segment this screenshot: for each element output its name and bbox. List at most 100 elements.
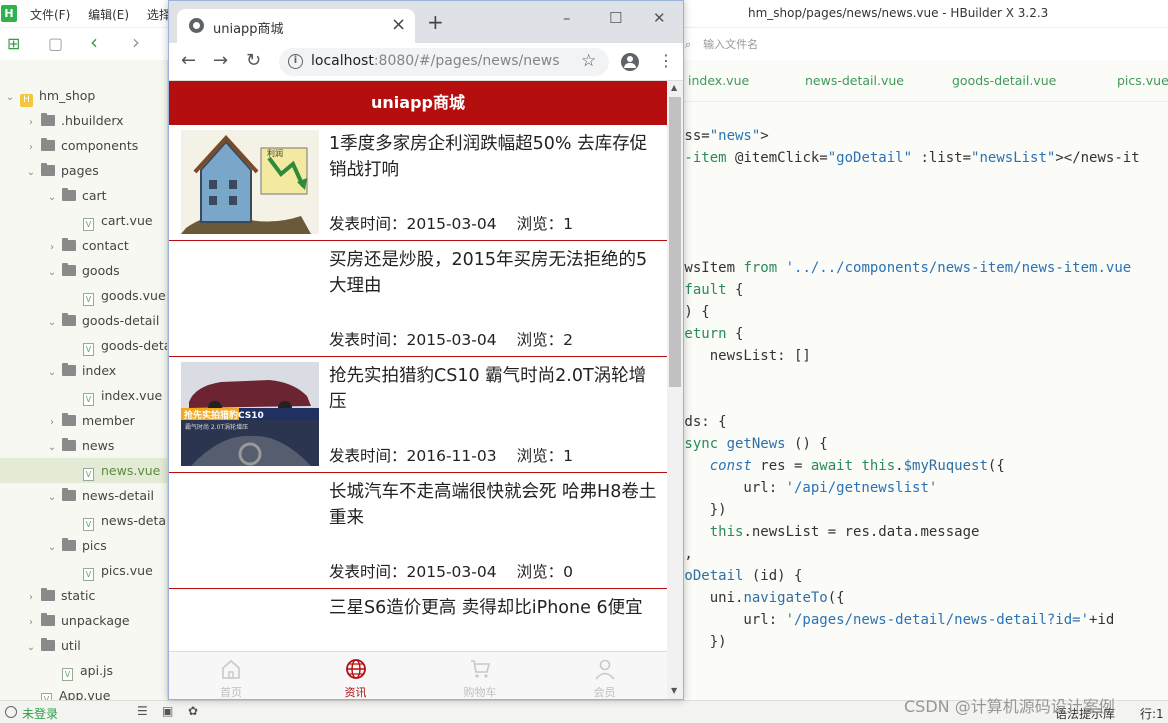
- minimize-icon[interactable]: –: [563, 9, 571, 27]
- tree-file[interactable]: Vnews-detail: [0, 508, 167, 533]
- tree-file[interactable]: Vgoods.vue: [0, 283, 167, 308]
- chevron-down-icon[interactable]: ⌄: [25, 160, 37, 185]
- chevron-right-icon[interactable]: ›: [25, 585, 37, 610]
- forward-icon[interactable]: ›: [132, 30, 140, 54]
- editor-tab-index[interactable]: index.vue: [688, 73, 749, 88]
- chevron-down-icon[interactable]: ⌄: [46, 185, 58, 210]
- user-icon[interactable]: [5, 706, 17, 718]
- tree-item-label: index.vue: [101, 388, 163, 403]
- plugin-icon[interactable]: ✿: [188, 704, 198, 718]
- news-item[interactable]: 长城汽车不走高端很快就会死 哈弗H8卷土重来 发表时间：2015-03-04 浏览：…: [169, 473, 667, 589]
- tab-cart[interactable]: 购物车: [418, 652, 542, 699]
- omnibox[interactable]: i localhost:8080/#/pages/news/news ☆: [279, 48, 609, 76]
- scroll-thumb[interactable]: [669, 97, 681, 387]
- chevron-right-icon[interactable]: ›: [46, 410, 58, 435]
- back-icon[interactable]: ‹: [90, 30, 98, 54]
- tree-file[interactable]: V App.vue: [0, 683, 167, 700]
- tree-folder[interactable]: ⌄ goods: [0, 258, 167, 285]
- tree-file[interactable]: Vpics.vue: [0, 558, 167, 583]
- tab-home[interactable]: 首页: [169, 652, 293, 699]
- maximize-icon[interactable]: ☐: [609, 9, 622, 27]
- tree-folder[interactable]: ⌄ index: [0, 358, 167, 385]
- tree-folder[interactable]: › member: [0, 408, 167, 435]
- tab-news[interactable]: 资讯: [294, 652, 418, 699]
- chevron-down-icon[interactable]: ⌄: [4, 85, 16, 110]
- news-item[interactable]: 买房还是炒股，2015年买房无法拒绝的5大理由 发表时间：2015-03-04 浏览…: [169, 241, 667, 357]
- news-thumbnail: 利润: [181, 130, 319, 234]
- bookmark-star-icon[interactable]: ☆: [581, 51, 596, 71]
- news-title: 长城汽车不走高端很快就会死 哈弗H8卷土重来: [329, 482, 657, 528]
- list-icon[interactable]: ☰: [137, 704, 148, 718]
- terminal-icon[interactable]: ▣: [162, 704, 173, 718]
- code-editor[interactable]: ass="news">s-item @itemClick="goDetail" …: [684, 102, 1168, 700]
- code-token: :list=: [912, 150, 972, 166]
- tree-folder[interactable]: ⌄ goods-detail: [0, 308, 167, 335]
- tree-folder[interactable]: › components: [0, 133, 167, 160]
- tree-item-label: static: [61, 588, 96, 603]
- car-thumbnail-banner: 抢先实拍猎豹CS10: [184, 409, 264, 421]
- chevron-right-icon[interactable]: ›: [25, 135, 37, 160]
- tree-folder[interactable]: ⌄ news-detail: [0, 483, 167, 510]
- news-item[interactable]: 三星S6造价更高 卖得却比iPhone 6便宜: [169, 589, 667, 651]
- chevron-down-icon[interactable]: ⌄: [46, 360, 58, 385]
- info-icon[interactable]: i: [288, 54, 303, 69]
- chevron-right-icon[interactable]: ›: [46, 235, 58, 260]
- code-token: this: [709, 524, 744, 540]
- tab-member[interactable]: 会员: [543, 652, 667, 699]
- tree-folder[interactable]: › static: [0, 583, 167, 610]
- chevron-down-icon[interactable]: ⌄: [46, 535, 58, 560]
- news-item[interactable]: 利润 1季度多家房企利润跌幅超50% 去库存促销战打响 发表时间：2015-03-0…: [169, 125, 667, 241]
- tree-folder[interactable]: › unpackage: [0, 608, 167, 635]
- folder-icon: [41, 163, 55, 176]
- kebab-menu-icon[interactable]: ⋮: [658, 51, 674, 71]
- tree-file[interactable]: Vcart.vue: [0, 208, 167, 233]
- tree-folder[interactable]: ⌄ news: [0, 433, 167, 460]
- tree-file[interactable]: Vindex.vue: [0, 383, 167, 408]
- reload-icon[interactable]: ↻: [246, 51, 261, 71]
- scroll-down-icon[interactable]: ▼: [671, 686, 677, 695]
- forward-arrow-icon[interactable]: →: [213, 51, 228, 71]
- tree-folder[interactable]: › contact: [0, 233, 167, 260]
- tree-file[interactable]: Vapi.js: [0, 658, 167, 683]
- tree-item-label: index: [82, 363, 117, 378]
- save-icon[interactable]: ▢: [48, 34, 63, 53]
- scroll-up-icon[interactable]: ▲: [671, 83, 677, 92]
- page-scrollbar[interactable]: ▲ ▼: [667, 81, 683, 699]
- tree-folder[interactable]: ⌄ util: [0, 633, 167, 660]
- tree-folder[interactable]: ⌄ Hhm_shop: [0, 83, 167, 110]
- editor-tab-pics[interactable]: pics.vue: [1117, 73, 1168, 88]
- chevron-down-icon[interactable]: ⌄: [46, 260, 58, 285]
- publish-label: 发表时间：: [329, 563, 407, 581]
- chevron-down-icon[interactable]: ⌄: [46, 485, 58, 510]
- editor-tab-news-detail[interactable]: news-detail.vue: [805, 73, 904, 88]
- editor-tab-goods-detail[interactable]: goods-detail.vue: [952, 73, 1056, 88]
- news-item[interactable]: 抢先实拍猎豹CS10 霸气时尚 2.0T涡轮增压 抢先实拍猎豹CS10 霸气时尚2.…: [169, 357, 667, 473]
- car-thumbnail-icon: 抢先实拍猎豹CS10 霸气时尚 2.0T涡轮增压: [181, 362, 319, 466]
- tree-file[interactable]: Vgoods-deta: [0, 333, 167, 358]
- chevron-down-icon[interactable]: ⌄: [25, 635, 37, 660]
- profile-icon[interactable]: [621, 53, 639, 71]
- tree-item-label: components: [61, 138, 139, 153]
- tree-folder[interactable]: ⌄ pages: [0, 158, 167, 185]
- status-login[interactable]: 未登录: [22, 705, 58, 722]
- tree-folder[interactable]: › .hbuilderx: [0, 108, 167, 135]
- browser-tab[interactable]: uniapp商城 ×: [177, 9, 415, 43]
- tree-folder[interactable]: ⌄ cart: [0, 183, 167, 210]
- code-token: url:: [684, 612, 786, 628]
- code-token: s-item: [684, 150, 727, 166]
- chevron-down-icon[interactable]: ⌄: [46, 435, 58, 460]
- file-search[interactable]: ⌕ 输入文件名: [685, 36, 758, 52]
- tab-close-icon[interactable]: ×: [391, 14, 406, 35]
- new-file-icon[interactable]: ⊞: [7, 34, 20, 53]
- chevron-right-icon[interactable]: ›: [25, 110, 37, 135]
- tree-file[interactable]: Vnews.vue: [0, 458, 167, 483]
- menu-edit[interactable]: 编辑(E): [88, 8, 129, 22]
- back-arrow-icon[interactable]: ←: [181, 51, 196, 71]
- chevron-right-icon[interactable]: ›: [25, 610, 37, 635]
- chevron-down-icon[interactable]: ⌄: [46, 310, 58, 335]
- menu-file[interactable]: 文件(F): [30, 8, 70, 22]
- close-window-icon[interactable]: ✕: [653, 9, 666, 27]
- new-tab-icon[interactable]: +: [427, 12, 444, 32]
- code-token: res =: [760, 458, 811, 474]
- tree-folder[interactable]: ⌄ pics: [0, 533, 167, 560]
